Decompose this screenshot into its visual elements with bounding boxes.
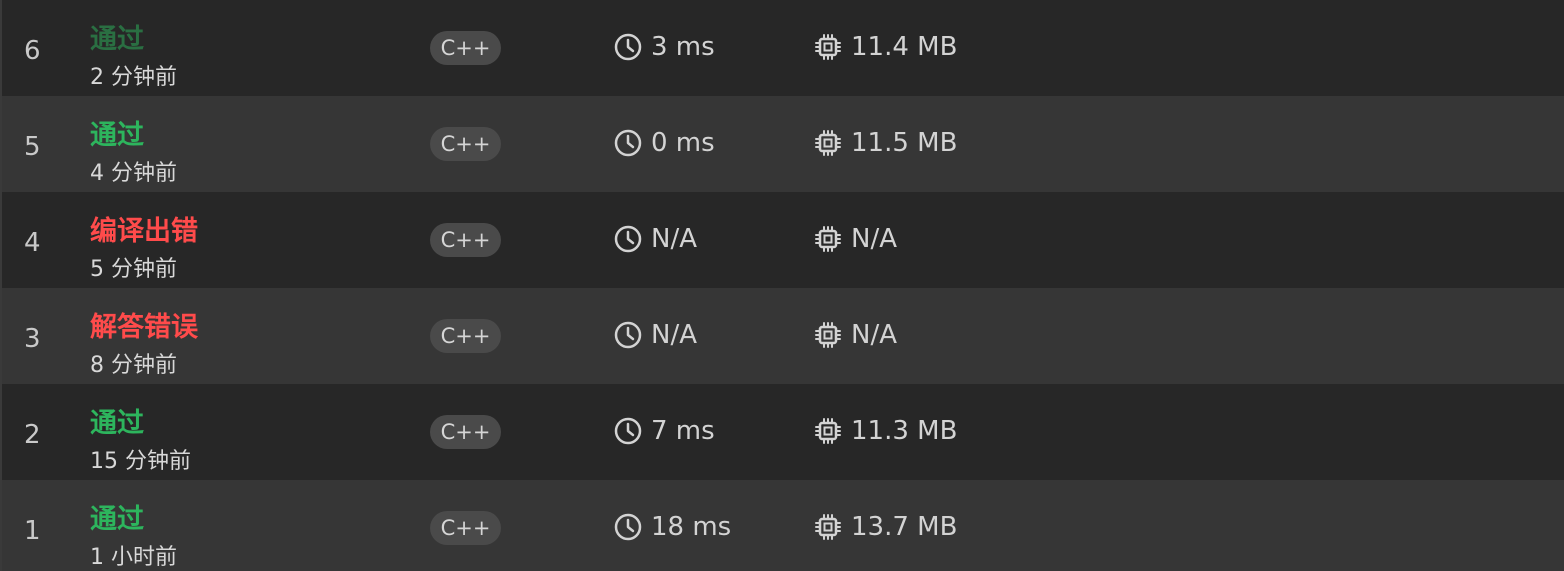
submission-index: 3 [24, 324, 41, 354]
submission-status[interactable]: 通过 [90, 113, 144, 152]
submission-index: 5 [24, 132, 41, 162]
submission-status[interactable]: 通过 [90, 497, 144, 536]
submission-index: 6 [24, 36, 41, 66]
submission-row[interactable]: 1 通过 1 小时前 C++ 18 ms 13.7 MB [2, 480, 1564, 571]
language-badge: C++ [430, 319, 501, 353]
runtime-value: 3 ms [651, 32, 715, 62]
submission-time-ago: 8 分钟前 [90, 353, 177, 378]
runtime-metric: N/A [613, 221, 697, 257]
submission-time-ago: 1 小时前 [90, 545, 177, 570]
submission-time-ago: 5 分钟前 [90, 257, 177, 282]
runtime-value: N/A [651, 224, 697, 254]
runtime-metric: N/A [613, 317, 697, 353]
memory-value: 11.4 MB [851, 32, 958, 62]
clock-icon [613, 512, 643, 542]
memory-value: N/A [851, 224, 897, 254]
chip-icon [813, 224, 843, 254]
submission-status[interactable]: 编译出错 [90, 209, 198, 248]
submission-status[interactable]: 解答错误 [90, 305, 198, 344]
submission-row[interactable]: 6 通过 2 分钟前 C++ 3 ms 11.4 MB [2, 0, 1564, 96]
runtime-value: 18 ms [651, 512, 732, 542]
clock-icon [613, 416, 643, 446]
language-badge: C++ [430, 415, 501, 449]
runtime-metric: 18 ms [613, 509, 731, 545]
clock-icon [613, 128, 643, 158]
clock-icon [613, 32, 643, 62]
clock-icon [613, 320, 643, 350]
submission-row[interactable]: 5 通过 4 分钟前 C++ 0 ms 11.5 MB [2, 96, 1564, 192]
submission-index: 1 [24, 516, 41, 546]
memory-value: 13.7 MB [851, 512, 958, 542]
memory-metric: 11.3 MB [813, 413, 957, 449]
runtime-metric: 7 ms [613, 413, 715, 449]
chip-icon [813, 32, 843, 62]
runtime-value: N/A [651, 320, 697, 350]
submission-row[interactable]: 2 通过 15 分钟前 C++ 7 ms 11.3 MB [2, 384, 1564, 480]
memory-value: N/A [851, 320, 897, 350]
runtime-metric: 3 ms [613, 29, 715, 65]
language-badge: C++ [430, 31, 501, 65]
submission-row[interactable]: 3 解答错误 8 分钟前 C++ N/A N/A [2, 288, 1564, 384]
submission-time-ago: 15 分钟前 [90, 449, 191, 474]
chip-icon [813, 320, 843, 350]
submission-status[interactable]: 通过 [90, 401, 144, 440]
submission-list: 6 通过 2 分钟前 C++ 3 ms 11.4 MB 5 通过 4 分钟前 C… [0, 0, 1564, 571]
chip-icon [813, 512, 843, 542]
submission-row[interactable]: 4 编译出错 5 分钟前 C++ N/A N/A [2, 192, 1564, 288]
memory-metric: 13.7 MB [813, 509, 957, 545]
language-badge: C++ [430, 511, 501, 545]
runtime-metric: 0 ms [613, 125, 715, 161]
runtime-value: 0 ms [651, 128, 715, 158]
submission-status[interactable]: 通过 [90, 17, 144, 56]
chip-icon [813, 128, 843, 158]
submission-index: 4 [24, 228, 41, 258]
memory-metric: 11.5 MB [813, 125, 957, 161]
memory-metric: 11.4 MB [813, 29, 957, 65]
clock-icon [613, 224, 643, 254]
runtime-value: 7 ms [651, 416, 715, 446]
submission-index: 2 [24, 420, 41, 450]
chip-icon [813, 416, 843, 446]
submission-time-ago: 2 分钟前 [90, 65, 177, 90]
memory-metric: N/A [813, 317, 897, 353]
memory-value: 11.3 MB [851, 416, 958, 446]
submission-time-ago: 4 分钟前 [90, 161, 177, 186]
language-badge: C++ [430, 127, 501, 161]
memory-value: 11.5 MB [851, 128, 958, 158]
memory-metric: N/A [813, 221, 897, 257]
language-badge: C++ [430, 223, 501, 257]
